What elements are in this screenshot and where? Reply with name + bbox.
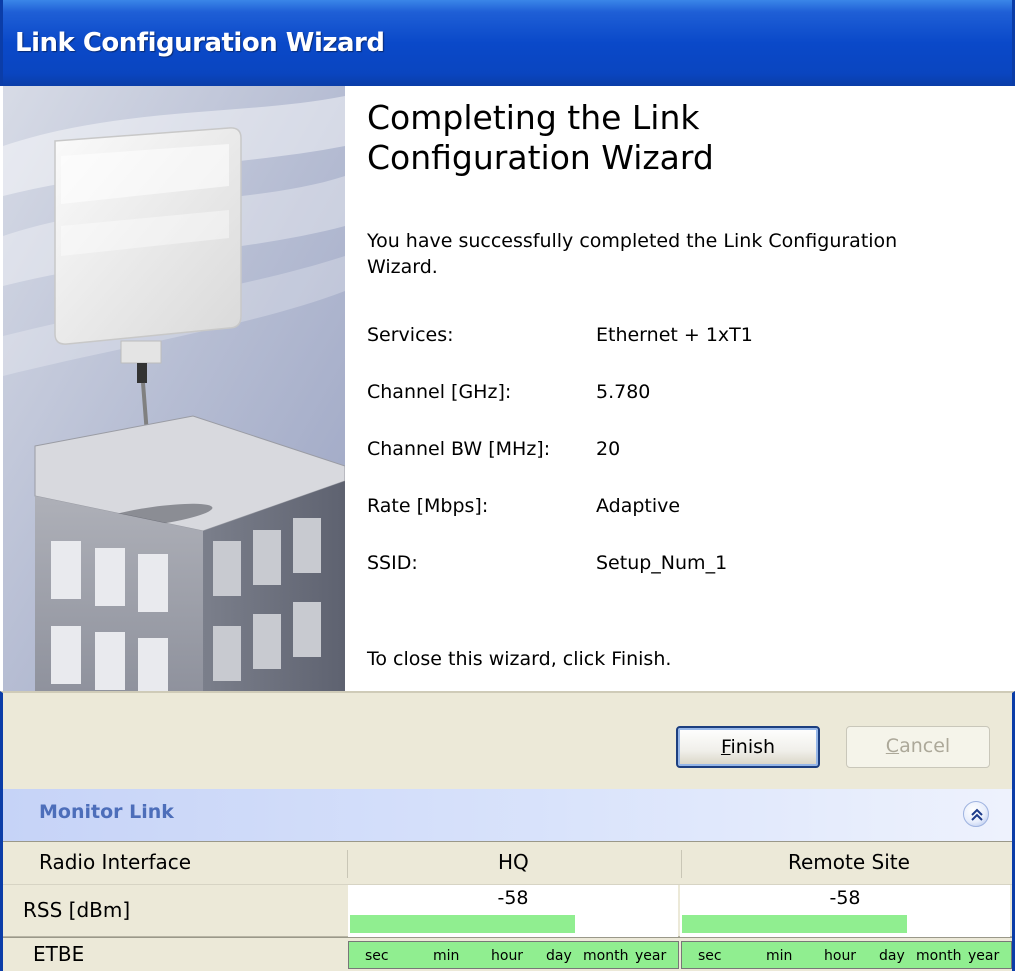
wizard-heading: Completing the Link Configuration Wizard [367, 98, 927, 178]
column-header-hq: HQ [498, 850, 529, 874]
rss-remote-level-bar [682, 915, 907, 933]
etbe-tick: day [546, 948, 572, 964]
etbe-tick: min [766, 948, 793, 964]
rss-row: RSS [dBm] -58 -58 [3, 885, 1012, 937]
double-chevron-up-icon[interactable] [963, 801, 989, 827]
rss-remote-cell: -58 [680, 885, 1010, 937]
etbe-row: ETBE sec min hour day month year sec min… [3, 937, 1012, 971]
etbe-tick: month [583, 948, 629, 964]
finish-label: inish [730, 736, 776, 758]
rss-label: RSS [dBm] [23, 898, 131, 922]
wizard-content: Completing the Link Configuration Wizard… [345, 86, 1012, 691]
settings-summary: Services: Ethernet + 1xT1 Channel [GHz]:… [367, 324, 927, 609]
title-bar[interactable]: Link Configuration Wizard [0, 0, 1015, 86]
summary-row-services: Services: Ethernet + 1xT1 [367, 324, 927, 381]
summary-label: Channel [GHz]: [367, 381, 512, 403]
summary-label: Rate [Mbps]: [367, 495, 489, 517]
etbe-tick: year [635, 948, 667, 964]
column-separator [681, 850, 682, 878]
summary-label: Services: [367, 324, 454, 346]
window-title: Link Configuration Wizard [15, 28, 385, 58]
etbe-tick: sec [365, 948, 389, 964]
finish-button[interactable]: Finish [676, 726, 820, 768]
summary-row-channel: Channel [GHz]: 5.780 [367, 381, 927, 438]
etbe-remote-timeline[interactable]: sec min hour day month year [681, 941, 1012, 969]
wizard-button-bar: Finish Cancel [0, 691, 1015, 789]
etbe-tick: sec [698, 948, 722, 964]
etbe-label: ETBE [33, 942, 85, 966]
monitor-link-header: Monitor Link [0, 789, 1015, 841]
etbe-tick: day [879, 948, 905, 964]
summary-label: Channel BW [MHz]: [367, 438, 551, 460]
summary-row-channel-bw: Channel BW [MHz]: 20 [367, 438, 927, 495]
column-header-remote-site: Remote Site [788, 850, 910, 874]
cancel-mnemonic: C [885, 735, 900, 757]
summary-value: 20 [596, 438, 621, 460]
heading-line-1: Completing the Link [367, 98, 700, 137]
wizard-page: Completing the Link Configuration Wizard… [3, 86, 1012, 691]
rss-remote-value: -58 [829, 887, 861, 909]
rss-hq-value: -58 [497, 887, 529, 909]
summary-value: Setup_Num_1 [596, 552, 728, 574]
finish-mnemonic: F [720, 736, 731, 758]
etbe-tick: min [433, 948, 460, 964]
cancel-label: ancel [899, 735, 951, 757]
wizard-side-illustration [3, 86, 345, 691]
closing-text: To close this wizard, click Finish. [367, 648, 672, 670]
etbe-tick: hour [491, 948, 524, 964]
antenna-building-illustration [3, 86, 345, 691]
etbe-tick: hour [824, 948, 857, 964]
etbe-hq-timeline[interactable]: sec min hour day month year [348, 941, 679, 969]
heading-line-2: Configuration Wizard [367, 138, 714, 177]
etbe-tick: year [968, 948, 1000, 964]
cancel-button[interactable]: Cancel [846, 726, 990, 768]
table-header-row: Radio Interface HQ Remote Site [3, 841, 1012, 885]
monitor-link-title: Monitor Link [39, 801, 174, 823]
summary-value: Ethernet + 1xT1 [596, 324, 753, 346]
rss-hq-level-bar [350, 915, 575, 933]
column-separator [347, 850, 348, 878]
intro-text: You have successfully completed the Link… [367, 230, 898, 278]
etbe-tick: month [916, 948, 962, 964]
summary-row-rate: Rate [Mbps]: Adaptive [367, 495, 927, 552]
summary-value: Adaptive [596, 495, 681, 517]
monitor-link-table: Radio Interface HQ Remote Site RSS [dBm]… [0, 841, 1015, 971]
summary-label: SSID: [367, 552, 418, 574]
rss-hq-cell: -58 [348, 885, 678, 937]
column-header-radio-interface: Radio Interface [39, 850, 192, 874]
summary-value: 5.780 [596, 381, 651, 403]
summary-row-ssid: SSID: Setup_Num_1 [367, 552, 927, 609]
